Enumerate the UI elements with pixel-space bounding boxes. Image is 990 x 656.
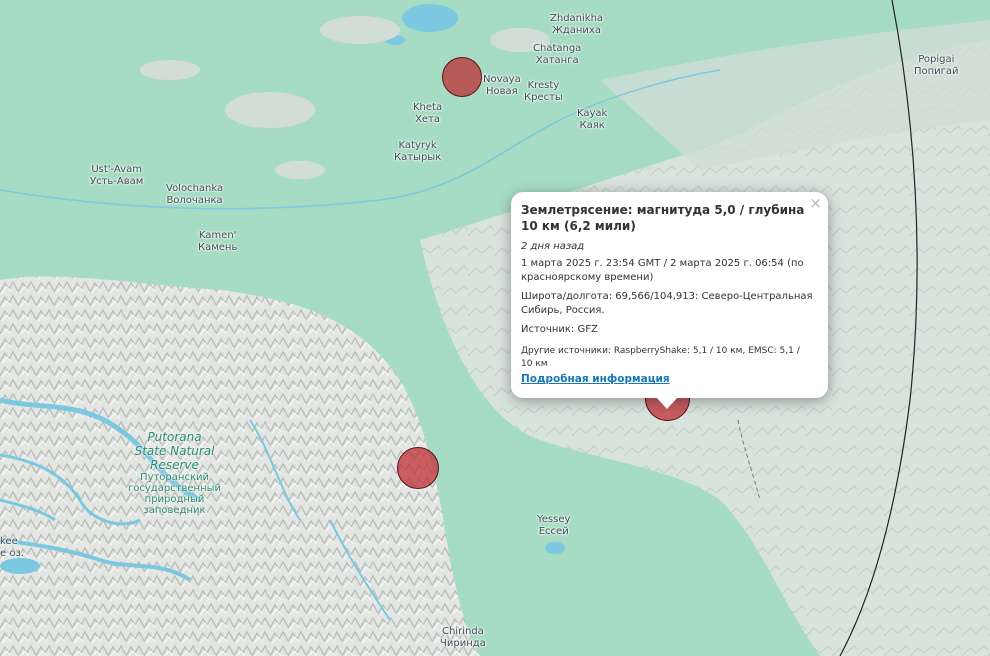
reserve-label: Putorana State Natural Reserve Путоранск… <box>128 430 222 516</box>
terrain-layer <box>0 0 990 656</box>
popup-tip <box>656 397 678 409</box>
popup-datetime: 1 марта 2025 г. 23:54 GMT / 2 марта 2025… <box>521 258 804 283</box>
earthquake-marker[interactable] <box>442 57 482 97</box>
earthquake-marker[interactable] <box>397 447 439 489</box>
place-label-kee: kee е оз. <box>0 536 24 559</box>
popup-title: Землетрясение: магнитуда 5,0 / глубина 1… <box>521 203 805 233</box>
details-link[interactable]: Подробная информация <box>521 371 814 387</box>
place-label-kresty: Kresty Кресты <box>524 80 563 103</box>
place-label-chatanga: Chatanga Хатанга <box>533 43 582 66</box>
place-label-ust-avam: Ust'-Avam Усть-Авам <box>90 164 144 187</box>
place-label-volochanka: Volochanka Волочанка <box>166 183 224 206</box>
map[interactable]: Zhdanikha Жданиха Chatanga Хатанга Novaya Н… <box>0 0 990 656</box>
place-label-zhdanikha: Zhdanikha Жданиха <box>550 13 604 36</box>
place-label-katyryk: Katyryk Катырык <box>394 140 442 163</box>
popup-source: Источник: GFZ <box>521 324 598 335</box>
place-label-kamen: Kamen' Камень <box>198 230 238 253</box>
popup-coordinates: Широта/долгота: 69,566/104,913: Северо-Ц… <box>521 291 813 316</box>
earthquake-popup: × Землетрясение: магнитуда 5,0 / глубина… <box>511 192 828 398</box>
place-label-kheta: Kheta Хета <box>413 102 443 125</box>
place-label-popigai: Popigai Попигай <box>914 54 959 77</box>
place-label-kayak: Kayak Каяк <box>577 108 608 131</box>
popup-time-ago: 2 дня назад <box>521 241 585 252</box>
place-label-chirinda: Chirinda Чиринда <box>440 626 486 649</box>
close-icon[interactable]: × <box>809 195 822 211</box>
popup-other-sources: Другие источники: RaspberryShake: 5,1 / … <box>521 346 800 369</box>
place-label-novaya: Novaya Новая <box>483 74 521 97</box>
place-label-yessey: Yessey Ессей <box>537 514 571 537</box>
